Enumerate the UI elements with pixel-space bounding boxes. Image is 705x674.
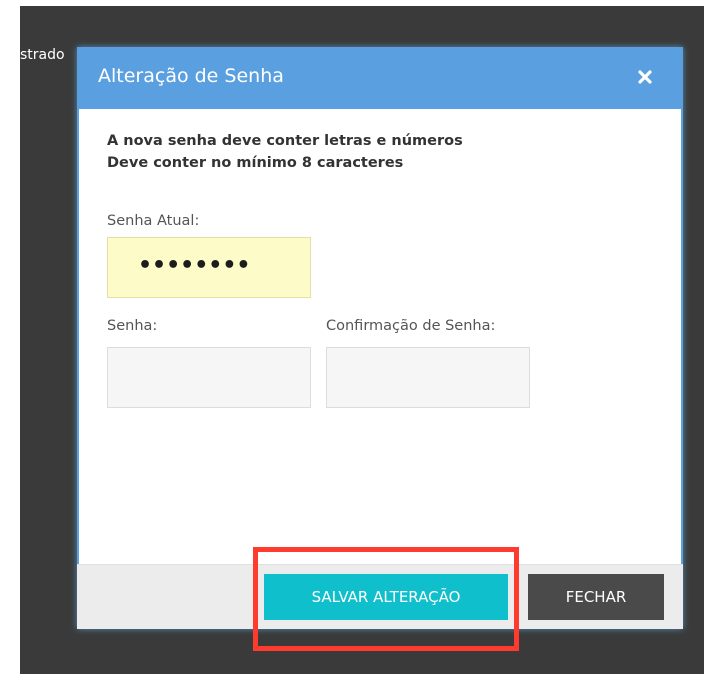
current-password-label: Senha Atual: bbox=[107, 213, 200, 229]
new-password-field[interactable] bbox=[107, 347, 311, 408]
background-page-text: strado bbox=[20, 47, 65, 63]
modal-title: Alteração de Senha bbox=[98, 65, 284, 87]
confirm-password-label: Confirmação de Senha: bbox=[326, 318, 496, 334]
password-rule-letters-numbers: A nova senha deve conter letras e número… bbox=[107, 133, 463, 149]
modal-header: Alteração de Senha bbox=[77, 47, 683, 109]
current-password-field[interactable]: •••••••• bbox=[107, 237, 311, 298]
close-icon[interactable] bbox=[633, 65, 657, 89]
change-password-modal: Alteração de Senha A nova senha deve con… bbox=[77, 47, 683, 629]
password-rule-min-length: Deve conter no mínimo 8 caracteres bbox=[107, 155, 404, 171]
new-password-label: Senha: bbox=[107, 318, 158, 334]
password-rules: A nova senha deve conter letras e número… bbox=[107, 130, 463, 174]
close-button[interactable]: FECHAR bbox=[528, 574, 664, 620]
confirm-password-field[interactable] bbox=[326, 347, 530, 408]
highlight-box bbox=[253, 547, 519, 651]
current-password-value: •••••••• bbox=[138, 253, 251, 278]
